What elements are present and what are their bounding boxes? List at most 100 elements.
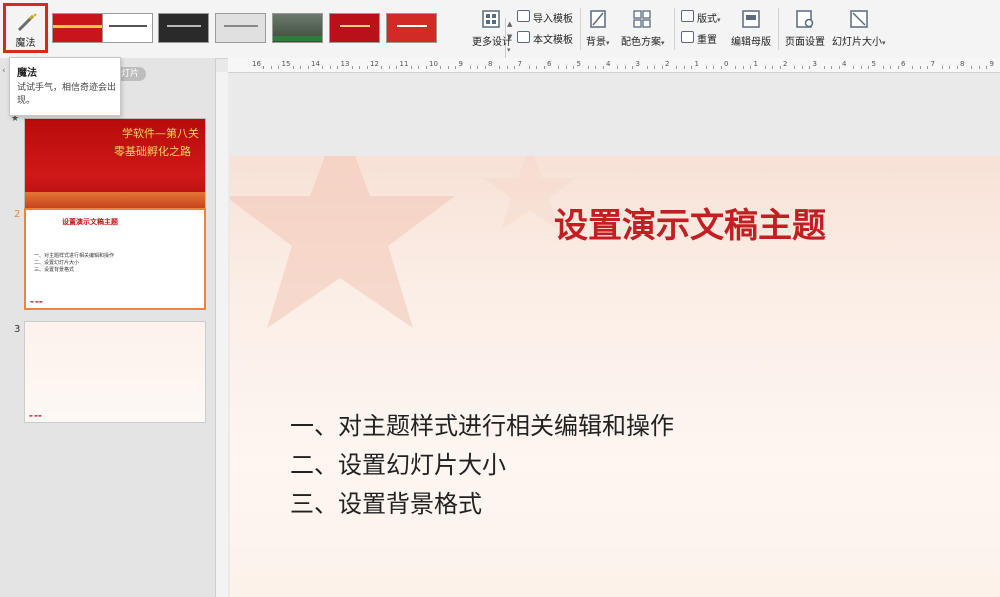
background-button[interactable]: 背景▾ — [584, 5, 614, 51]
ruler-tick — [779, 66, 781, 69]
import-template-icon — [517, 10, 530, 22]
horizontal-ruler[interactable]: 161514131211109876543210123456789101112 — [228, 58, 1000, 73]
thumb-3-footer-logo: ▬ ▬▬ — [29, 413, 42, 418]
ruler-tick — [868, 66, 870, 69]
import-template-label: 导入模板 — [533, 14, 573, 25]
thumb-2-footer-logo: ▬ ▬▬ — [30, 299, 43, 304]
layout-dropdown-icon: ▾ — [717, 16, 721, 24]
ruler-tick — [927, 66, 929, 69]
ruler-label: 2 — [783, 60, 788, 68]
ruler-tick — [897, 66, 899, 69]
edit-master-button[interactable]: 编辑母版 — [729, 5, 773, 51]
template-thumb-dark[interactable] — [158, 13, 209, 43]
slide-title[interactable]: 设置演示文稿主题 — [230, 198, 1000, 247]
ruler-tick — [543, 66, 545, 69]
ruler-label: 2 — [665, 60, 670, 68]
template-thumb-photo[interactable] — [272, 13, 323, 43]
ribbon-separator — [778, 8, 779, 50]
template-thumb-white[interactable] — [102, 13, 153, 43]
ruler-tick — [632, 66, 634, 69]
ribbon-separator — [674, 8, 675, 50]
ruler-tick — [691, 66, 693, 69]
ruler-label: 1 — [753, 60, 758, 68]
ruler-tick — [447, 66, 449, 69]
page-setup-icon — [796, 10, 814, 28]
slide-thumbnail-panel: ‹ 灯片 ★ 学软件—第八关 零基础孵化之路 2 设置演示文稿主题 一、对主题样… — [0, 58, 216, 597]
ruler-tick — [949, 66, 951, 69]
magic-tooltip: 魔法 试试手气，相信奇迹会出现。 — [9, 57, 121, 116]
this-template-icon — [517, 31, 530, 43]
slide-size-label: 幻灯片大小 — [832, 37, 882, 48]
ruler-label: 8 — [960, 60, 965, 68]
ruler-tick — [359, 66, 361, 69]
page-setup-label: 页面设置 — [785, 37, 825, 48]
slide-thumbnail-3[interactable]: ▬ ▬▬ — [24, 321, 206, 423]
slide-size-icon — [850, 10, 868, 28]
template-thumb-red-1[interactable] — [52, 13, 103, 43]
ruler-label: 12 — [370, 60, 379, 68]
ruler-tick — [477, 66, 479, 69]
thumb-2-line-3: 三、设置背景格式 — [34, 267, 75, 273]
color-scheme-button[interactable]: 配色方案▾ — [619, 5, 669, 51]
this-template-button[interactable]: 本文模板 — [517, 31, 577, 47]
ruler-label: 13 — [340, 60, 350, 68]
design-ribbon: 魔法 ▲ ▼ ▾ 更多设计 导入模板 本文模板 背景▾ 配色方案▾ 版式▾ 重置… — [0, 0, 1000, 59]
slide-size-button[interactable]: 幻灯片大小▾ — [830, 5, 890, 51]
ruler-tick — [646, 66, 648, 69]
ruler-label: 4 — [606, 60, 611, 68]
page-setup-button[interactable]: 页面设置 — [783, 5, 827, 51]
tooltip-title: 魔法 — [17, 68, 37, 79]
thumb-1-title-line1: 学软件—第八关 — [122, 127, 199, 140]
ruler-label: 6 — [547, 60, 552, 68]
ruler-label: 15 — [281, 60, 291, 68]
reset-button[interactable]: 重置 — [681, 31, 721, 47]
ruler-tick — [499, 66, 501, 69]
ruler-tick — [713, 66, 715, 69]
ruler-tick — [919, 66, 921, 69]
ruler-label: 7 — [517, 60, 522, 68]
slide-bullet-3[interactable]: 三、设置背景格式 — [290, 484, 482, 519]
template-thumb-gray[interactable] — [215, 13, 266, 43]
ruler-tick — [809, 66, 811, 69]
ruler-label: 3 — [635, 60, 640, 68]
template-thumb-red-3[interactable] — [386, 13, 437, 43]
ruler-tick — [750, 66, 752, 69]
ruler-tick — [624, 66, 626, 69]
more-design-label: 更多设计 — [472, 37, 512, 48]
ruler-label: 5 — [576, 60, 581, 68]
ruler-tick — [890, 66, 892, 69]
magic-wand-icon — [17, 13, 37, 32]
ruler-tick — [484, 66, 486, 69]
ruler-tick — [661, 66, 663, 69]
current-slide[interactable]: 设置演示文稿主题 一、对主题样式进行相关编辑和操作 二、设置幻灯片大小 三、设置… — [230, 156, 1000, 597]
ruler-label: 8 — [488, 60, 493, 68]
more-design-button[interactable]: 更多设计 — [470, 5, 512, 51]
ruler-tick — [270, 66, 272, 69]
ruler-tick — [971, 66, 973, 69]
magic-button[interactable]: 魔法 — [3, 3, 48, 53]
import-template-button[interactable]: 导入模板 — [517, 10, 577, 26]
background-dropdown-icon: ▾ — [606, 39, 610, 47]
template-thumb-red-2[interactable] — [329, 13, 380, 43]
ruler-tick — [956, 66, 958, 69]
slide-bullet-2[interactable]: 二、设置幻灯片大小 — [290, 445, 506, 480]
ruler-tick — [617, 66, 619, 69]
slide-thumbnail-2[interactable]: 设置演示文稿主题 一、对主题样式进行相关编辑和操作 二、设置幻灯片大小 三、设置… — [24, 208, 206, 310]
color-scheme-label: 配色方案 — [621, 37, 661, 48]
ruler-tick — [720, 66, 722, 69]
layout-icon — [681, 10, 694, 22]
ruler-tick — [831, 66, 833, 69]
layout-button[interactable]: 版式▾ — [681, 10, 727, 26]
template-gallery: ▲ ▼ ▾ — [52, 9, 512, 58]
ruler-label: 9 — [458, 60, 463, 68]
magic-button-label: 魔法 — [15, 38, 36, 49]
panel-collapse-icon[interactable]: ‹ — [2, 66, 6, 76]
slide-bullet-1[interactable]: 一、对主题样式进行相关编辑和操作 — [290, 406, 674, 441]
ruler-tick — [410, 66, 412, 69]
ruler-label: 5 — [871, 60, 876, 68]
ruler-label: 14 — [311, 60, 320, 68]
edit-master-label: 编辑母版 — [731, 37, 771, 48]
ruler-tick — [853, 66, 855, 69]
ruler-tick — [654, 66, 656, 69]
ruler-label: 0 — [724, 60, 729, 68]
